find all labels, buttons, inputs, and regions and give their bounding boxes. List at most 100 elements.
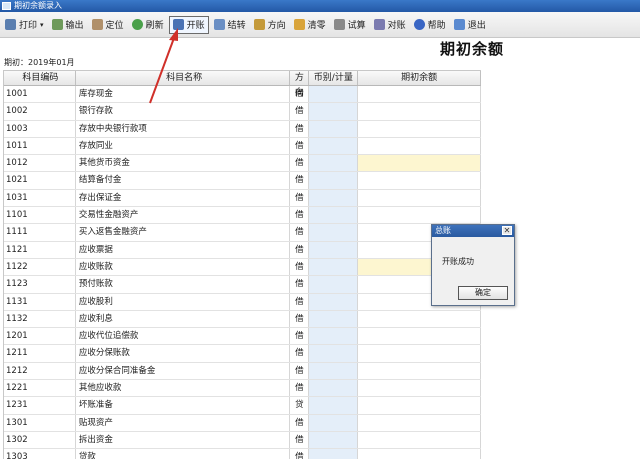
- refresh-button[interactable]: 刷新: [129, 16, 167, 34]
- account-name-cell[interactable]: 应收分保账款: [76, 345, 291, 362]
- close-icon[interactable]: ✕: [502, 226, 512, 235]
- account-code-cell[interactable]: 1301: [4, 414, 76, 431]
- direction-cell[interactable]: 借: [290, 380, 310, 397]
- currency-cell[interactable]: [309, 310, 359, 328]
- account-name-cell[interactable]: 拆出资金: [76, 431, 291, 449]
- account-code-cell[interactable]: 1211: [4, 345, 76, 362]
- account-name-cell[interactable]: 买入返售金融资产: [76, 224, 291, 241]
- opening-balance-cell[interactable]: [358, 310, 481, 328]
- account-code-cell[interactable]: 1231: [4, 397, 76, 414]
- currency-cell[interactable]: [309, 155, 359, 172]
- account-name-cell[interactable]: 结算备付金: [76, 172, 291, 189]
- currency-cell[interactable]: [309, 380, 359, 397]
- account-name-cell[interactable]: 库存现金: [76, 86, 291, 103]
- account-code-cell[interactable]: 1002: [4, 103, 76, 120]
- direction-cell[interactable]: 借: [290, 189, 310, 207]
- exit-button[interactable]: 退出: [451, 16, 489, 34]
- direction-cell[interactable]: 借: [290, 293, 310, 310]
- direction-cell[interactable]: 借: [290, 241, 310, 258]
- account-code-cell[interactable]: 1121: [4, 241, 76, 258]
- table-row[interactable]: 1302 拆出资金借: [4, 431, 481, 450]
- account-code-cell[interactable]: 1001: [4, 86, 76, 103]
- trial-balance-button[interactable]: 试算: [331, 16, 369, 34]
- currency-cell[interactable]: [309, 258, 359, 276]
- account-name-cell[interactable]: 应收代位追偿款: [76, 328, 291, 345]
- account-code-cell[interactable]: 1221: [4, 380, 76, 397]
- opening-balance-cell[interactable]: [358, 328, 481, 345]
- direction-cell[interactable]: 借: [290, 328, 310, 345]
- table-row[interactable]: 1201 应收代位追偿款借: [4, 328, 481, 346]
- currency-cell[interactable]: [309, 431, 359, 449]
- direction-cell[interactable]: 借: [290, 258, 310, 276]
- currency-cell[interactable]: [309, 137, 359, 155]
- account-name-cell[interactable]: 应收股利: [76, 293, 291, 310]
- opening-balance-cell[interactable]: [358, 103, 481, 120]
- currency-cell[interactable]: [309, 172, 359, 189]
- currency-cell[interactable]: [309, 397, 359, 414]
- account-name-cell[interactable]: 坏账准备: [76, 397, 291, 414]
- export-button[interactable]: 输出: [49, 16, 87, 34]
- opening-balance-cell[interactable]: [358, 431, 481, 449]
- opening-balance-cell[interactable]: [358, 380, 481, 397]
- table-row[interactable]: 1002 银行存款借: [4, 103, 481, 121]
- account-name-cell[interactable]: 存放同业: [76, 137, 291, 155]
- direction-cell[interactable]: 借: [290, 431, 310, 449]
- table-row[interactable]: 1301 贴现资产借: [4, 414, 481, 432]
- direction-cell[interactable]: 借: [290, 310, 310, 328]
- account-name-cell[interactable]: 应收利息: [76, 310, 291, 328]
- account-name-cell[interactable]: 贷款: [76, 449, 291, 459]
- column-header-currency[interactable]: 币别/计量: [309, 71, 359, 85]
- direction-button[interactable]: 方向: [251, 16, 289, 34]
- direction-cell[interactable]: 借: [290, 362, 310, 380]
- opening-balance-cell[interactable]: [358, 155, 481, 172]
- currency-cell[interactable]: [309, 328, 359, 345]
- direction-cell[interactable]: 借: [290, 86, 310, 103]
- currency-cell[interactable]: [309, 449, 359, 459]
- table-row[interactable]: 1231 坏账准备贷: [4, 397, 481, 415]
- opening-balance-cell[interactable]: [358, 207, 481, 224]
- column-header-opening-balance[interactable]: 期初余额: [358, 71, 481, 85]
- account-code-cell[interactable]: 1003: [4, 120, 76, 137]
- currency-cell[interactable]: [309, 103, 359, 120]
- currency-cell[interactable]: [309, 276, 359, 293]
- table-row[interactable]: 1111 买入返售金融资产借: [4, 224, 481, 242]
- column-header-name[interactable]: 科目名称: [76, 71, 291, 85]
- table-row[interactable]: 1003 存放中央银行款项借: [4, 120, 481, 138]
- clear-button[interactable]: 清零: [291, 16, 329, 34]
- table-row[interactable]: 1212 应收分保合同准备金借: [4, 362, 481, 381]
- table-row[interactable]: 1012 其他货币资金借: [4, 155, 481, 173]
- currency-cell[interactable]: [309, 362, 359, 380]
- direction-cell[interactable]: 借: [290, 449, 310, 459]
- table-row[interactable]: 1122 应收账款借: [4, 258, 481, 277]
- account-code-cell[interactable]: 1123: [4, 276, 76, 293]
- opening-balance-cell[interactable]: [358, 397, 481, 414]
- account-name-cell[interactable]: 预付账款: [76, 276, 291, 293]
- opening-balance-cell[interactable]: [358, 449, 481, 459]
- direction-cell[interactable]: 借: [290, 345, 310, 362]
- currency-cell[interactable]: [309, 120, 359, 137]
- column-header-code[interactable]: 科目编码: [4, 71, 76, 85]
- account-code-cell[interactable]: 1303: [4, 449, 76, 459]
- account-code-cell[interactable]: 1111: [4, 224, 76, 241]
- table-row[interactable]: 1303 贷款借: [4, 449, 481, 459]
- account-code-cell[interactable]: 1132: [4, 310, 76, 328]
- currency-cell[interactable]: [309, 414, 359, 431]
- opening-balance-cell[interactable]: [358, 362, 481, 380]
- direction-cell[interactable]: 借: [290, 120, 310, 137]
- currency-cell[interactable]: [309, 207, 359, 224]
- column-header-direction[interactable]: 方向: [290, 71, 310, 98]
- table-row[interactable]: 1101 交易性金融资产借: [4, 207, 481, 225]
- account-code-cell[interactable]: 1131: [4, 293, 76, 310]
- table-row[interactable]: 1221 其他应收款借: [4, 380, 481, 398]
- direction-cell[interactable]: 借: [290, 137, 310, 155]
- currency-cell[interactable]: [309, 293, 359, 310]
- account-code-cell[interactable]: 1212: [4, 362, 76, 380]
- currency-cell[interactable]: [309, 224, 359, 241]
- table-row[interactable]: 1131 应收股利借: [4, 293, 481, 311]
- open-ledger-button[interactable]: 开账: [168, 15, 209, 34]
- currency-cell[interactable]: [309, 189, 359, 207]
- opening-balance-cell[interactable]: [358, 120, 481, 137]
- account-code-cell[interactable]: 1031: [4, 189, 76, 207]
- direction-cell[interactable]: 借: [290, 414, 310, 431]
- opening-balance-cell[interactable]: [358, 414, 481, 431]
